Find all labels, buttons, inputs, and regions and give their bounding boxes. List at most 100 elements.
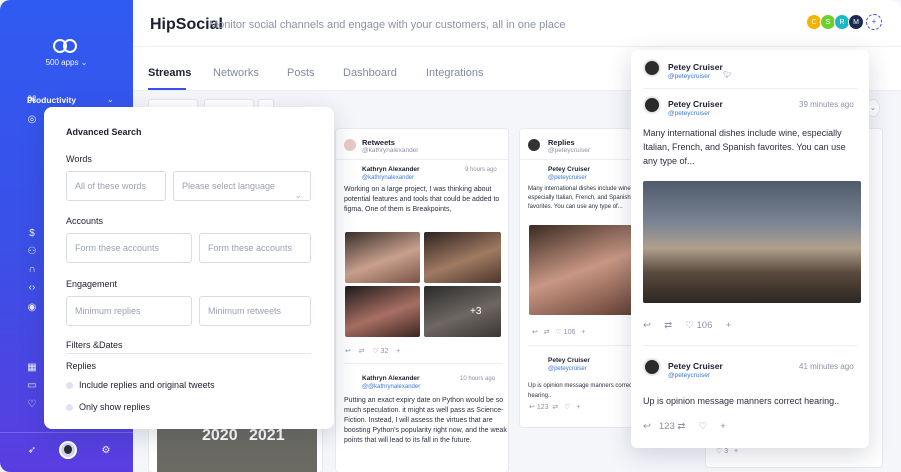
words-input[interactable]: All of these words [66,171,166,201]
retweet-icon[interactable]: ⇄ [677,421,685,432]
productivity-label[interactable]: Productivity [27,95,76,105]
add-icon[interactable]: + [720,421,726,432]
post-time: 39 minutes ago [799,100,854,109]
code-icon[interactable]: ‹› [26,282,38,294]
gear-icon[interactable]: ⚙ [100,445,112,457]
monitor-icon[interactable]: ▭ [26,380,38,392]
tweet-actions: ♡ 3 + [716,447,738,455]
accounts-input[interactable]: Form these accounts [66,233,192,263]
reply-icon[interactable]: ↩ [345,348,351,355]
avatar[interactable] [59,441,77,459]
add-icon[interactable]: + [734,448,738,455]
help-icon[interactable]: ◉ [26,302,38,314]
post-handle[interactable]: @peteycruiser [668,110,710,117]
column-title: Retweets [362,138,395,147]
tweet-image[interactable] [424,232,501,283]
add-icon[interactable]: + [396,348,400,355]
post-image[interactable] [643,181,861,303]
heart-icon[interactable]: ♡ [26,399,38,411]
language-select[interactable]: Please select language ⌄ [173,171,311,201]
rocket-icon[interactable]: ➶ [26,445,38,457]
replies-avatar [528,139,540,151]
tab-networks[interactable]: Networks [213,67,259,79]
option-only-replies[interactable]: Only show replies [79,402,150,412]
tab-streams[interactable]: Streams [148,67,191,79]
tweet-image[interactable]: +3 [424,286,501,337]
radio-include-replies[interactable] [66,382,73,389]
option-include-replies[interactable]: Include replies and original tweets [79,380,215,390]
sidebar-footer: ➶ ⚙ [0,432,133,472]
app-logo-icon[interactable] [52,38,78,54]
language-placeholder: Please select language [182,181,276,191]
tweet-detail-popover: Petey Cruiser @peteycruiser 🐦︎ Petey Cru… [631,50,869,448]
reply-icon[interactable]: ↩ [532,329,538,336]
reply-icon[interactable]: ↩ [643,320,651,331]
meme-text-2021: 2021 [249,427,285,444]
engagement-label: Engagement [66,279,118,289]
popover-handle[interactable]: @peteycruiser [668,73,710,80]
dollar-icon[interactable]: $ [26,228,38,240]
like-icon[interactable]: ♡ [685,320,694,331]
avatar[interactable] [643,358,661,376]
tweet-handle[interactable]: @peteycruiser [548,175,587,181]
retweet-icon[interactable]: ⇄ [552,404,558,411]
team-avatar[interactable]: M [848,14,864,30]
retweet-icon[interactable]: ⇄ [664,320,672,331]
post-handle[interactable]: @peteycruiser [668,372,710,379]
like-count: 32 [380,348,389,355]
post-text: Up is opinion message manners correct he… [643,396,840,406]
like-icon[interactable]: ♡ [372,348,378,355]
radio-only-replies[interactable] [66,404,73,411]
post-author: Petey Cruiser [668,361,723,371]
tweet-time: 10 hours ago [460,376,496,382]
like-count: 106 [563,329,576,336]
avatar[interactable] [643,96,661,114]
advanced-search-panel: Advanced Search Words All of these words… [44,107,334,429]
tab-posts[interactable]: Posts [287,67,315,79]
tab-dashboard[interactable]: Dashboard [343,67,397,79]
like-icon[interactable]: ♡ [555,329,561,336]
like-icon[interactable]: ♡ [564,404,570,411]
tweet-handle[interactable]: @kathrynalexander [362,175,414,181]
avatar[interactable] [643,59,661,77]
reply-icon[interactable]: ↩ [643,421,651,432]
accounts-input[interactable]: Form these accounts [199,233,311,263]
tweet-image[interactable] [529,225,639,315]
filters-dates-label: Filters &Dates [66,340,123,350]
tweet-actions: ↩ 123 ⇄ ♡ + [529,403,580,411]
twitter-icon: 🐦︎ [723,72,732,79]
user-icon[interactable]: ⚇ [26,246,38,258]
like-icon[interactable]: ♡ [699,421,708,432]
min-replies-input[interactable]: Minimum replies [66,296,192,326]
apps-switcher[interactable]: 500 apps ⌄ [0,58,133,67]
min-retweets-input[interactable]: Minimum retweets [199,296,311,326]
retweets-avatar [344,139,356,151]
app-window: 500 apps ⌄ ⌘ Productivity ⌄ ◎ $ ⚇ ∩ ‹› ◉… [0,0,901,472]
add-user-icon[interactable]: + [866,14,882,30]
tweet-text: Up is opinion message manners correct he… [528,383,634,399]
target-icon[interactable]: ◎ [26,114,38,126]
accounts-label: Accounts [66,216,104,226]
add-icon[interactable]: + [581,329,585,336]
add-icon[interactable]: + [576,404,580,411]
reply-icon[interactable]: ↩ [529,404,535,411]
chevron-down-icon[interactable]: ⌄ [107,95,114,104]
tweet-author: Kathryn Alexander [362,166,420,173]
add-icon[interactable]: + [726,320,732,331]
tweet-handle[interactable]: @peteycruiser [548,366,587,372]
headset-icon[interactable]: ∩ [26,264,38,276]
panel-title: Advanced Search [66,127,142,137]
grid-icon[interactable]: ▦ [26,362,38,374]
tweet-text: Many international dishes include wine, … [528,186,633,210]
tab-integrations[interactable]: Integrations [426,67,483,79]
column-title: Replies [548,138,575,147]
like-icon[interactable]: ♡ [716,448,722,455]
retweet-icon[interactable]: ⇄ [544,329,550,336]
popover-author: Petey Cruiser [668,62,723,72]
tweet-image[interactable] [345,286,420,337]
replies-label: Replies [66,361,97,371]
post-text: Many international dishes include wine, … [643,128,846,166]
tweet-handle[interactable]: @@kathrynalexander [362,384,420,390]
retweet-icon[interactable]: ⇄ [359,348,365,355]
tweet-image[interactable] [345,232,420,283]
